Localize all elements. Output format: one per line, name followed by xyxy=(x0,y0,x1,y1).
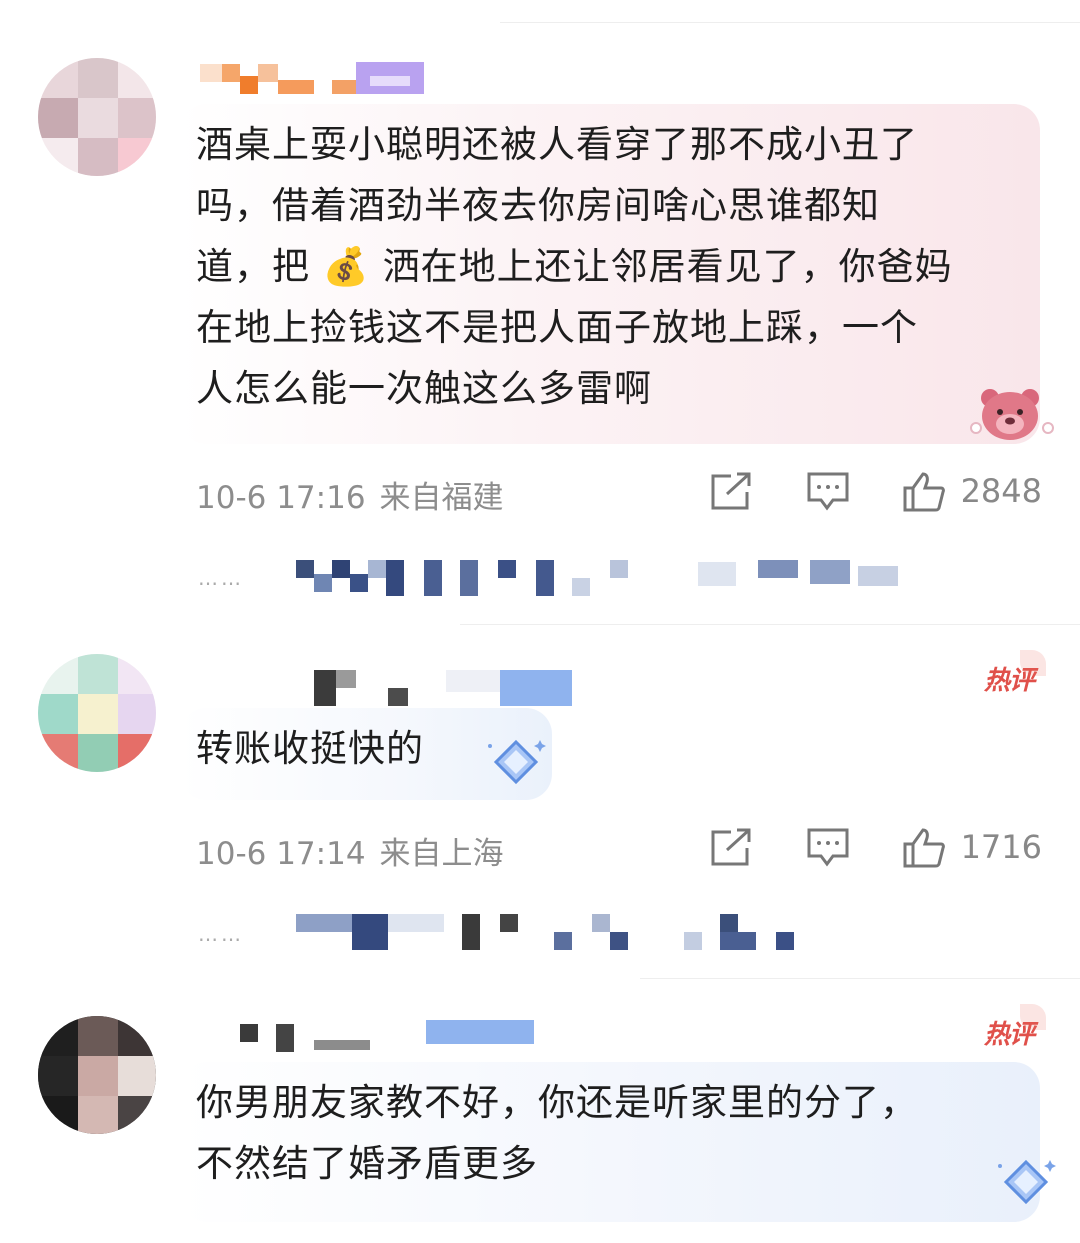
reply-preview[interactable]: …… xyxy=(198,908,1018,950)
more-dots-icon: …… xyxy=(198,922,244,946)
username[interactable] xyxy=(200,1020,620,1056)
comment-meta: 10-6 17:16 来自福建 xyxy=(196,472,518,517)
avatar[interactable] xyxy=(38,654,156,772)
username[interactable] xyxy=(200,62,620,98)
bear-sticker-icon xyxy=(968,382,1058,442)
comment-icon[interactable] xyxy=(805,470,851,512)
share-icon[interactable] xyxy=(709,470,755,512)
comment-meta: 10-6 17:14 来自上海 xyxy=(196,828,518,873)
comment-actions: 2848 xyxy=(659,470,1042,512)
avatar[interactable] xyxy=(38,58,156,176)
avatar[interactable] xyxy=(38,1016,156,1134)
comment-divider xyxy=(460,624,1080,625)
hot-comment-badge: 热评 xyxy=(984,650,1047,697)
username[interactable] xyxy=(200,670,620,706)
comment-text: 你男朋友家教不好，你还是听家里的分了， 不然结了婚矛盾更多 xyxy=(196,1081,918,1185)
like-count: 1716 xyxy=(960,828,1042,866)
diamond-sticker-icon xyxy=(994,1156,1058,1212)
comment-divider xyxy=(640,978,1080,979)
comment-location: 来自上海 xyxy=(379,836,504,872)
thumbs-up-icon[interactable] xyxy=(901,470,947,512)
comment-bubble: 你男朋友家教不好，你还是听家里的分了， 不然结了婚矛盾更多 xyxy=(180,1062,1040,1222)
reply-preview[interactable]: …… xyxy=(198,552,1018,596)
like-count: 2848 xyxy=(960,472,1042,510)
comment-actions: 1716 xyxy=(659,826,1042,868)
comment-text: 酒桌上耍小聪明还被人看穿了那不成小丑了 吗，借着酒劲半夜去你房间啥心思谁都知 道… xyxy=(196,123,953,410)
diamond-sticker-icon xyxy=(484,736,548,792)
more-dots-icon: …… xyxy=(198,566,244,590)
thumbs-up-icon[interactable] xyxy=(901,826,947,868)
comment-bubble: 酒桌上耍小聪明还被人看穿了那不成小丑了 吗，借着酒劲半夜去你房间啥心思谁都知 道… xyxy=(180,104,1040,444)
comment-location: 来自福建 xyxy=(379,480,504,516)
top-divider xyxy=(500,22,1080,23)
comment-time: 10-6 17:16 xyxy=(196,480,366,516)
comment-icon[interactable] xyxy=(805,826,851,868)
hot-comment-badge: 热评 xyxy=(984,1004,1047,1051)
share-icon[interactable] xyxy=(709,826,755,868)
comment-time: 10-6 17:14 xyxy=(196,836,366,872)
